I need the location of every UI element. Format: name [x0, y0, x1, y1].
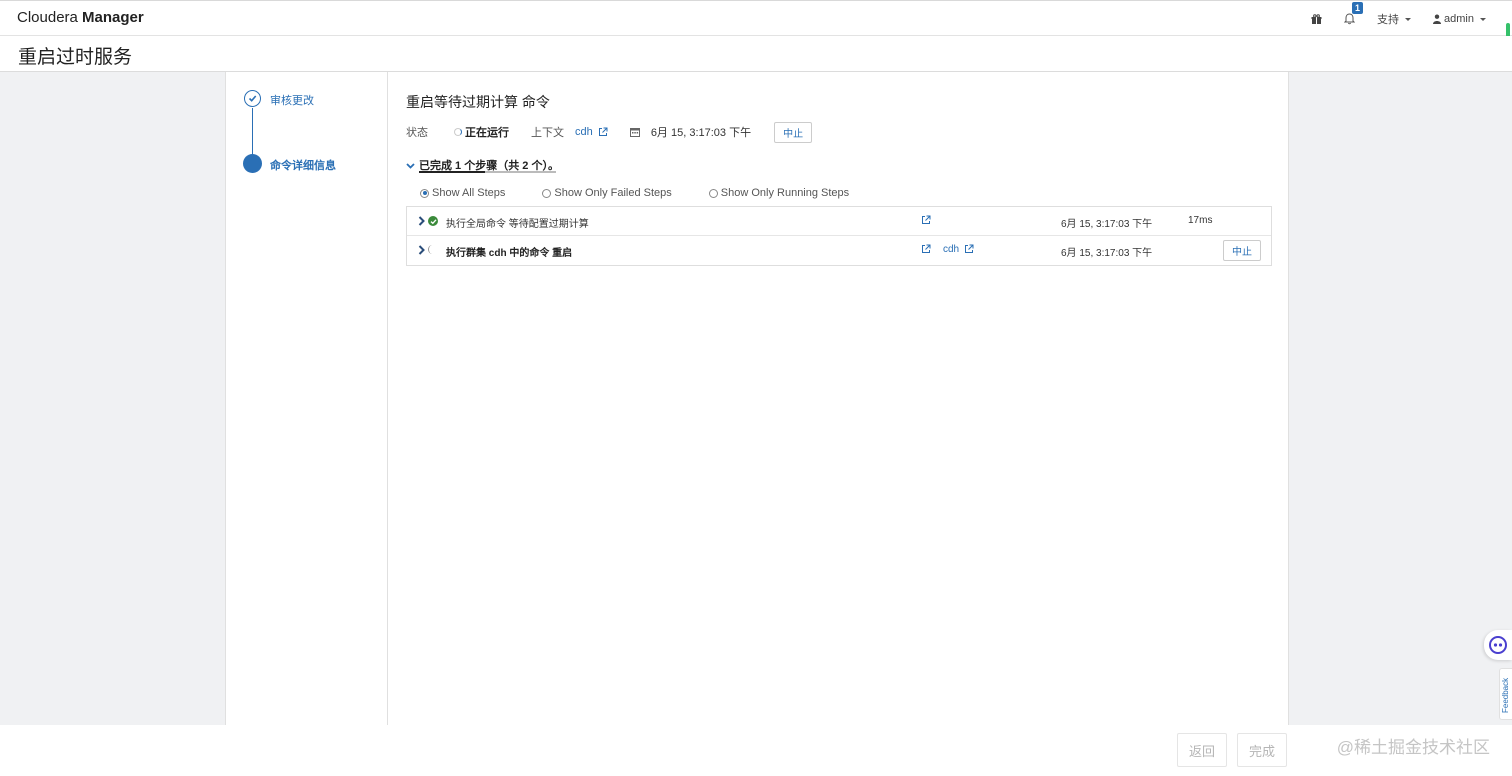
brand-logo[interactable]: Cloudera Manager	[17, 9, 144, 26]
finish-button[interactable]: 完成	[1237, 733, 1288, 767]
user-menu[interactable]: admin	[1433, 13, 1486, 25]
step-duration: 17ms	[1188, 215, 1213, 226]
command-timestamp: 6月 15, 3:17:03 下午	[650, 127, 752, 139]
step-context: cdh	[943, 244, 960, 255]
step-filters: Show All Steps Show Only Failed Steps Sh…	[420, 187, 886, 199]
feedback-label: Feedback	[1501, 677, 1510, 713]
command-details: 重启等待过期计算 命令 状态 正在运行 上下文 cdh 6月 15, 3:17:…	[406, 72, 1272, 725]
step-active-icon	[243, 154, 262, 173]
external-link-icon	[964, 244, 974, 254]
chevron-down-icon	[1480, 17, 1486, 21]
filter-label: Show Only Running Steps	[720, 187, 850, 199]
page-title: 重启过时服务	[18, 47, 133, 68]
back-button[interactable]: 返回	[1177, 733, 1228, 767]
notifications-button[interactable]: 1	[1344, 2, 1364, 25]
watermark: @稀土掘金技术社区	[1336, 738, 1490, 757]
spinner-icon	[428, 245, 436, 254]
status-label: 状态	[406, 127, 428, 139]
radio-unselected[interactable]	[708, 188, 718, 198]
gift-button[interactable]	[1311, 13, 1322, 25]
feedback-tab[interactable]: Feedback	[1499, 668, 1512, 720]
spinner-icon	[454, 128, 462, 136]
abort-command-button[interactable]: 中止	[774, 121, 813, 143]
user-label: admin	[1444, 13, 1474, 25]
success-icon	[428, 216, 438, 226]
step-complete-icon	[244, 90, 261, 107]
filter-failed-steps[interactable]: Show Only Failed Steps	[542, 187, 672, 199]
command-title: 重启等待过期计算 命令	[406, 94, 550, 110]
gift-icon	[1311, 13, 1322, 24]
brand-name-light: Cloudera	[17, 9, 78, 26]
filter-all-steps[interactable]: Show All Steps	[420, 187, 505, 199]
page-title-bar: 重启过时服务	[0, 36, 1512, 72]
step-name: 执行群集 cdh 中的命令 重启	[446, 248, 573, 259]
chevron-right-icon[interactable]	[418, 216, 425, 226]
chevron-down-icon	[406, 162, 415, 169]
step-connector	[252, 108, 253, 160]
bell-icon	[1344, 13, 1356, 25]
filter-label: Show Only Failed Steps	[554, 187, 672, 199]
chevron-down-icon	[1405, 17, 1412, 21]
steps-table: 执行全局命令 等待配置过期计算 6月 15, 3:17:03 下午 17ms 执…	[406, 206, 1272, 266]
wizard-step-command-details[interactable]: 命令详细信息	[270, 157, 336, 173]
check-icon	[248, 95, 257, 102]
external-link-icon[interactable]	[921, 215, 931, 225]
navbar-right: 1 支持 admin	[1311, 1, 1486, 37]
brand-name-bold: Manager	[82, 9, 144, 26]
top-navbar: Cloudera Manager 1 支持 admin	[0, 0, 1512, 41]
chat-bot-icon	[1489, 636, 1507, 654]
status-value: 正在运行	[465, 127, 509, 139]
wizard-steps: 审核更改 命令详细信息	[226, 72, 388, 725]
step-time: 6月 15, 3:17:03 下午	[1061, 219, 1153, 230]
step-name: 执行全局命令 等待配置过期计算	[446, 219, 589, 230]
notification-badge: 1	[1352, 2, 1364, 14]
wizard-panel: 审核更改 命令详细信息 重启等待过期计算 命令 状态 正在运行 上下文 cdh	[225, 72, 1289, 725]
chat-widget[interactable]	[1484, 630, 1512, 660]
radio-selected[interactable]	[420, 188, 429, 198]
filter-running-steps[interactable]: Show Only Running Steps	[708, 187, 850, 199]
command-status-row: 状态 正在运行 上下文 cdh 6月 15, 3:17:03 下午 中止	[406, 121, 826, 143]
step-time: 6月 15, 3:17:03 下午	[1061, 248, 1153, 259]
support-label: 支持	[1377, 14, 1400, 26]
context-label: 上下文	[531, 127, 564, 139]
table-row: 执行全局命令 等待配置过期计算 6月 15, 3:17:03 下午 17ms	[407, 207, 1271, 236]
external-link-icon[interactable]	[921, 244, 931, 254]
support-menu[interactable]: 支持	[1377, 11, 1412, 27]
user-icon	[1433, 14, 1442, 24]
chevron-right-icon[interactable]	[418, 245, 425, 255]
progress-bar	[419, 171, 556, 173]
calendar-icon	[629, 128, 640, 137]
wizard-footer: 返回 完成 @稀土掘金技术社区	[0, 725, 1512, 776]
abort-step-button[interactable]: 中止	[1223, 240, 1261, 261]
context-value: cdh	[575, 126, 593, 138]
step-context-link[interactable]: cdh	[943, 244, 974, 255]
filter-label: Show All Steps	[432, 187, 506, 199]
radio-unselected[interactable]	[542, 188, 552, 198]
external-link-icon	[598, 127, 608, 137]
wizard-step-review-changes[interactable]: 审核更改	[270, 92, 314, 108]
context-link[interactable]: cdh	[575, 126, 608, 138]
table-row: 执行群集 cdh 中的命令 重启 cdh 6月 15, 3:17:03 下午 中…	[407, 236, 1271, 265]
